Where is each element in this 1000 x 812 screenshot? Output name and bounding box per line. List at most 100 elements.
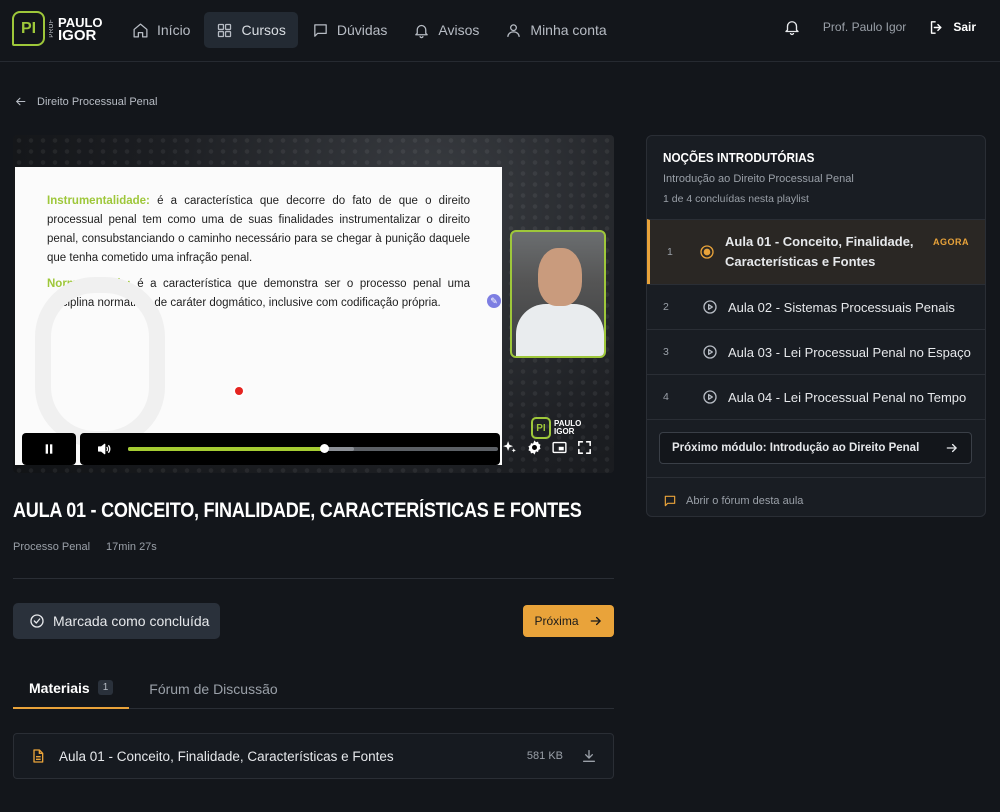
next-lesson-label: Próxima: [534, 614, 579, 628]
breadcrumb-label: Direito Processual Penal: [37, 95, 158, 108]
playlist-item-current[interactable]: 1 Aula 01 - Conceito, Finalidade, Caract…: [647, 219, 985, 284]
playlist-item-number: 3: [663, 346, 669, 358]
playlist-item[interactable]: 3 Aula 03 - Lei Processual Penal no Espa…: [647, 329, 985, 374]
divider: [13, 578, 614, 579]
bell-icon: [415, 24, 429, 38]
user-icon: [507, 23, 521, 37]
slide-watermark: [35, 277, 165, 447]
pen-icon: ✎: [487, 294, 501, 308]
nav-item-inicio[interactable]: Início: [120, 12, 202, 48]
playlist-item[interactable]: 2 Aula 02 - Sistemas Processuais Penais: [647, 284, 985, 329]
mark-completed-button[interactable]: Marcada como concluída: [13, 603, 220, 639]
instructor-shirt: [516, 304, 604, 356]
material-name: Aula 01 - Conceito, Finalidade, Caracter…: [59, 748, 394, 764]
playlist-subtitle: Introdução ao Direito Processual Penal: [663, 173, 854, 185]
nav-item-avisos[interactable]: Avisos: [401, 12, 491, 48]
video-slide: Instrumentalidade: é a característica qu…: [15, 167, 502, 465]
fullscreen-icon[interactable]: [576, 439, 593, 456]
next-module-button[interactable]: Próximo módulo: Introdução ao Direito Pe…: [659, 432, 972, 464]
instructor-face: [538, 248, 582, 306]
tab-label: Fórum de Discussão: [149, 680, 278, 697]
instructor-facecam: [510, 230, 606, 358]
playlist-item-number: 2: [663, 301, 669, 313]
playlist-item[interactable]: 4 Aula 04 - Lei Processual Penal no Temp…: [647, 374, 985, 419]
arrow-right-icon: [946, 443, 957, 453]
logout-label: Sair: [953, 20, 976, 34]
next-module-label: Próximo módulo: Introdução ao Direito Pe…: [672, 442, 920, 454]
now-playing-icon: [700, 245, 714, 259]
laser-pointer-dot: [235, 387, 243, 395]
volume-icon[interactable]: [96, 441, 112, 457]
check-circle-icon: [30, 614, 44, 628]
arrow-right-icon: [590, 616, 601, 626]
document-icon: [33, 749, 44, 763]
lesson-duration: 17min 27s: [106, 541, 157, 553]
chat-icon: [314, 23, 327, 37]
logo-name-line2: IGOR: [58, 26, 97, 44]
settings-gear-icon[interactable]: [526, 439, 543, 456]
slide-paragraph-1: Instrumentalidade: é a característica qu…: [47, 192, 470, 268]
user-name[interactable]: Prof. Paulo Igor: [823, 20, 906, 34]
grid-icon: [218, 23, 232, 37]
play-circle-icon: [703, 390, 717, 404]
seek-progress: [128, 447, 325, 451]
playlist-item-label: Aula 02 - Sistemas Processuais Penais: [728, 299, 955, 315]
main-nav: Início Cursos Dúvidas Avisos Minha conta: [120, 12, 619, 48]
nav-item-cursos[interactable]: Cursos: [204, 12, 298, 48]
playlist-item-label: Aula 03 - Lei Processual Penal no Espaço: [728, 344, 971, 360]
now-badge: AGORA: [933, 237, 969, 247]
playlist-panel: NOÇÕES INTRODUTÓRIAS Introdução ao Direi…: [646, 135, 986, 517]
logout-icon: [931, 20, 942, 34]
logo-prefix: PROF: [49, 19, 55, 38]
nav-item-duvidas[interactable]: Dúvidas: [300, 12, 400, 48]
playlist-item-number: 4: [663, 391, 669, 403]
playlist-progress: 1 de 4 concluídas nesta playlist: [663, 193, 809, 205]
nav-item-label: Início: [157, 22, 191, 38]
material-item[interactable]: Aula 01 - Conceito, Finalidade, Caracter…: [13, 733, 614, 779]
video-logo-badge: PI: [531, 417, 551, 439]
lesson-subject: Processo Penal: [13, 541, 91, 553]
arrow-left-icon: [16, 97, 26, 106]
logout-button[interactable]: Sair: [928, 19, 976, 36]
top-navbar: PI PROF PAULO IGOR Início Cursos Dúvidas…: [0, 0, 1000, 62]
material-size: 581 KB: [526, 750, 563, 762]
nav-item-label: Dúvidas: [336, 22, 388, 38]
tab-label: Materiais: [29, 679, 90, 696]
picture-in-picture-icon[interactable]: [551, 439, 568, 456]
nav-item-label: Cursos: [241, 22, 286, 38]
pause-icon: [45, 444, 53, 454]
breadcrumb[interactable]: Direito Processual Penal: [14, 95, 157, 108]
playlist-title: NOÇÕES INTRODUTÓRIAS: [663, 150, 815, 165]
nav-item-label: Minha conta: [530, 22, 607, 38]
video-logo-line2: IGOR: [554, 427, 575, 436]
pause-button[interactable]: [22, 433, 76, 465]
play-circle-icon: [703, 300, 717, 314]
tab-count-badge: 1: [97, 680, 114, 695]
play-circle-icon: [703, 345, 717, 359]
home-icon: [133, 22, 148, 38]
tab-materiais[interactable]: Materiais 1: [13, 668, 130, 709]
forum-link-label: Abrir o fórum desta aula: [686, 494, 804, 507]
mark-completed-label: Marcada como concluída: [53, 613, 210, 629]
forum-link[interactable]: Abrir o fórum desta aula: [647, 477, 985, 516]
nav-item-minha-conta[interactable]: Minha conta: [493, 12, 618, 48]
next-lesson-button[interactable]: Próxima: [523, 605, 614, 637]
nav-item-label: Avisos: [438, 22, 480, 38]
notifications-bell-icon[interactable]: [783, 18, 801, 36]
logo-badge: PI: [12, 11, 45, 46]
logo[interactable]: PI PROF PAULO IGOR: [12, 11, 103, 46]
video-logo: PI PAULO IGOR: [531, 417, 581, 439]
seek-bar[interactable]: [128, 444, 498, 453]
slide-term-1: Instrumentalidade:: [47, 195, 150, 207]
chat-icon: [664, 495, 676, 506]
tab-forum[interactable]: Fórum de Discussão: [133, 668, 293, 709]
playlist-item-label: Aula 01 - Conceito, Finalidade, Caracter…: [725, 234, 914, 269]
lesson-tabs: Materiais 1 Fórum de Discussão: [13, 668, 614, 709]
ai-sparkle-icon[interactable]: [501, 439, 518, 456]
playlist-item-label: Aula 04 - Lei Processual Penal no Tempo: [728, 389, 967, 405]
lesson-meta: Processo Penal 17min 27s: [13, 541, 157, 553]
lesson-title: AULA 01 - CONCEITO, FINALIDADE, CARACTER…: [13, 499, 582, 522]
playlist-item-number: 1: [667, 246, 673, 258]
video-player[interactable]: Instrumentalidade: é a característica qu…: [13, 135, 614, 473]
download-icon[interactable]: [581, 748, 597, 764]
